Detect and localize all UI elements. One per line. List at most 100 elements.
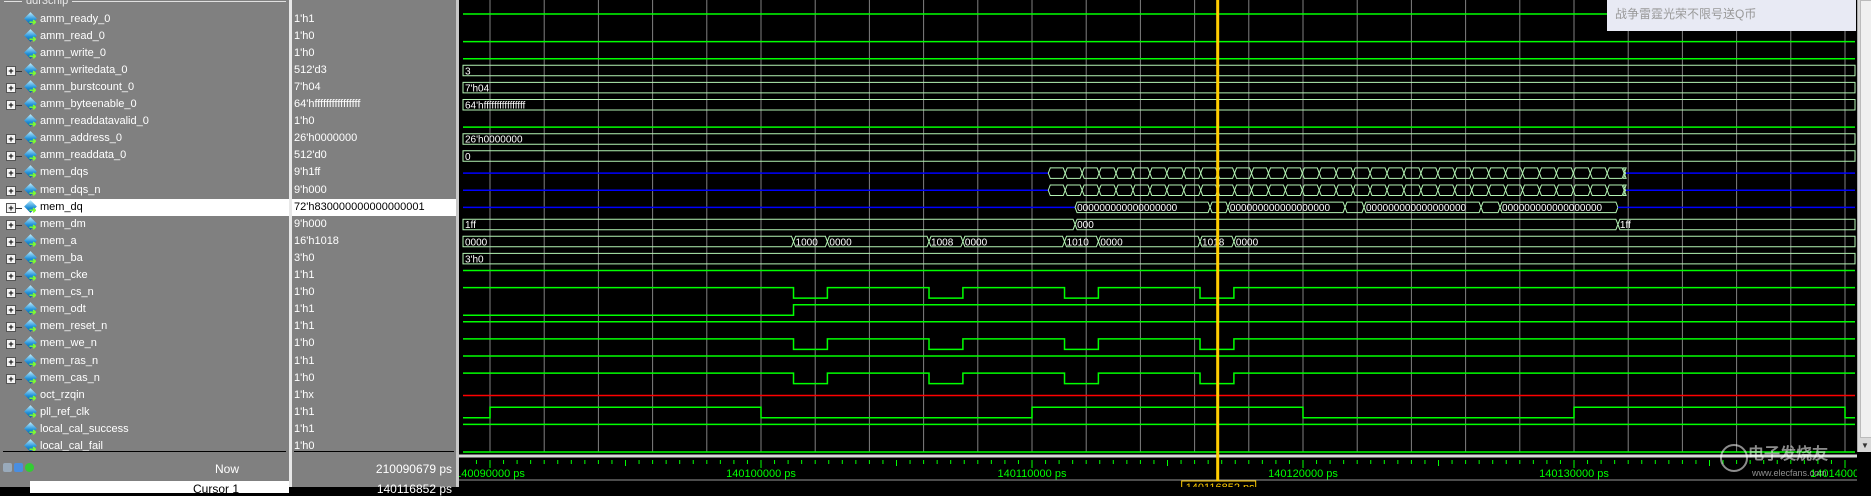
- expand-icon[interactable]: +: [6, 100, 22, 110]
- waveform-mem_dqs_n-toggle: [1420, 184, 1439, 196]
- signal-row[interactable]: ➜ oct_rzqin: [0, 387, 289, 404]
- waveform-mem_dqs_n-toggle: [1064, 184, 1083, 196]
- signal-value-row[interactable]: 9'h000: [292, 182, 456, 199]
- signal-value-row[interactable]: 1'h1: [292, 267, 456, 284]
- signal-value-row[interactable]: 1'h0: [292, 284, 456, 301]
- expand-icon[interactable]: +: [6, 202, 22, 213]
- signal-value-row[interactable]: 1'h0: [292, 438, 456, 455]
- signal-name: amm_burstcount_0: [40, 80, 135, 93]
- waveform-mem_dqs_n-toggle: [1098, 184, 1117, 196]
- signal-value-row[interactable]: 9'h000: [292, 216, 456, 233]
- signal-row[interactable]: + ➜ mem_a: [0, 233, 289, 250]
- signal-port-icon: ➜: [23, 199, 37, 215]
- signal-value-row[interactable]: 3'h0: [292, 250, 456, 267]
- signal-value-row[interactable]: 1'h0: [292, 370, 456, 387]
- signal-value-row[interactable]: 512'd0: [292, 147, 456, 164]
- signal-row[interactable]: + ➜ mem_cas_n: [0, 370, 289, 387]
- expand-icon[interactable]: +: [6, 236, 22, 247]
- signal-row[interactable]: + ➜ mem_dm: [0, 216, 289, 233]
- expand-icon[interactable]: +: [6, 356, 22, 367]
- signal-port-icon: ➜: [23, 302, 37, 317]
- signal-value-row[interactable]: 9'h1ff: [292, 164, 456, 181]
- cursor-row[interactable]: Cursor 1: [30, 481, 289, 496]
- expand-icon[interactable]: +: [6, 134, 22, 145]
- signal-value-row[interactable]: 26'h0000000: [292, 130, 456, 147]
- signal-value-row[interactable]: 1'h1: [292, 11, 456, 28]
- signal-value-row[interactable]: 1'h1: [292, 421, 456, 438]
- signal-value-row[interactable]: 1'h1: [292, 301, 456, 318]
- signal-row[interactable]: + ➜ mem_ras_n: [0, 353, 289, 370]
- signal-value-row[interactable]: 1'h0: [292, 335, 456, 352]
- expand-icon[interactable]: +: [6, 339, 22, 350]
- signal-row[interactable]: + ➜ amm_writedata_0: [0, 62, 289, 79]
- signal-row[interactable]: + ➜ amm_burstcount_0: [0, 79, 289, 96]
- signal-row[interactable]: ➜ amm_read_0: [0, 28, 289, 45]
- signal-value-row[interactable]: 16'h1018: [292, 233, 456, 250]
- signal-row[interactable]: + ➜ amm_address_0: [0, 130, 289, 147]
- add-cursor-icon[interactable]: [25, 463, 34, 472]
- expand-icon[interactable]: +: [6, 373, 22, 384]
- panel-splitter[interactable]: [289, 0, 292, 487]
- waveform-canvas[interactable]: 37'h0464'hffffffffffffffff26'h0000000000…: [459, 0, 1857, 487]
- signal-row[interactable]: ➜ local_cal_success: [0, 421, 289, 438]
- signal-value-row[interactable]: 512'd3: [292, 62, 456, 79]
- bus-value-label: 0000: [1100, 237, 1123, 248]
- waveform-mem_dqs_n-toggle: [1115, 184, 1134, 196]
- signal-value-row[interactable]: 1'h0: [292, 28, 456, 45]
- expand-icon[interactable]: +: [6, 253, 22, 264]
- expand-icon[interactable]: +: [6, 271, 22, 281]
- cursor-edit-icon[interactable]: [14, 463, 23, 472]
- expand-icon[interactable]: +: [6, 219, 22, 230]
- expand-icon[interactable]: +: [6, 288, 22, 299]
- signal-row[interactable]: ➜ amm_readdatavalid_0: [0, 113, 289, 130]
- cursor-lock-icon[interactable]: [3, 463, 12, 472]
- vertical-scrollbar[interactable]: ▼: [1857, 0, 1871, 452]
- signal-value-row[interactable]: 1'h1: [292, 318, 456, 335]
- expand-icon[interactable]: +: [6, 322, 22, 333]
- signal-row[interactable]: + ➜ amm_readdata_0: [0, 147, 289, 164]
- signal-row[interactable]: + ➜ mem_reset_n: [0, 318, 289, 335]
- expand-icon[interactable]: +: [6, 185, 22, 196]
- signal-row[interactable]: + ➜ mem_dq: [0, 198, 289, 216]
- group-line: [72, 1, 286, 2]
- ad-popup[interactable]: 战争雷霆光荣不限号送Q币: [1607, 0, 1856, 31]
- signal-value-row[interactable]: 1'h0: [292, 113, 456, 130]
- signal-row[interactable]: + ➜ amm_byteenable_0: [0, 96, 289, 113]
- signal-value-row[interactable]: 72'h830000000000000001: [292, 198, 456, 216]
- signal-row[interactable]: ➜ pll_ref_clk: [0, 404, 289, 421]
- group-header-ddr3chip[interactable]: ddr3chip: [0, 0, 289, 8]
- signal-value-row[interactable]: 1'h1: [292, 404, 456, 421]
- scrollbar-thumb[interactable]: [1860, 0, 1871, 438]
- signal-port-icon: ➜: [23, 233, 37, 249]
- scroll-down-arrow-icon[interactable]: ▼: [1861, 441, 1869, 450]
- signal-value-row[interactable]: 7'h04: [292, 79, 456, 96]
- signal-row[interactable]: + ➜ mem_cke: [0, 267, 289, 284]
- expand-icon[interactable]: +: [6, 305, 22, 316]
- signal-row[interactable]: ➜ amm_ready_0: [0, 11, 289, 28]
- signal-value-row[interactable]: 64'hffffffffffffffff: [292, 96, 456, 113]
- signal-row[interactable]: ➜ amm_write_0: [0, 45, 289, 62]
- signal-port-icon: ➜: [23, 404, 37, 420]
- signal-row[interactable]: + ➜ mem_dqs: [0, 164, 289, 181]
- signal-row[interactable]: + ➜ mem_cs_n: [0, 284, 289, 301]
- signal-row[interactable]: + ➜ mem_dqs_n: [0, 182, 289, 199]
- expand-icon[interactable]: +: [6, 168, 22, 179]
- signal-name: mem_a: [40, 234, 77, 247]
- expand-icon[interactable]: +: [6, 82, 22, 93]
- signal-value-row[interactable]: 1'h1: [292, 353, 456, 370]
- signal-row[interactable]: + ➜ mem_ba: [0, 250, 289, 267]
- bus-value-label: 1010: [1067, 237, 1090, 248]
- waveform-mem_dq-segment: [1344, 201, 1365, 214]
- signal-row[interactable]: + ➜ mem_we_n: [0, 335, 289, 352]
- signal-value-row[interactable]: 1'h0: [292, 45, 456, 62]
- expand-icon[interactable]: +: [6, 65, 22, 76]
- waveform-mem_we_n: [463, 338, 1855, 351]
- signal-row[interactable]: + ➜ mem_odt: [0, 301, 289, 318]
- signal-row[interactable]: ➜ local_cal_fail: [0, 438, 289, 455]
- signal-port-icon: ➜: [23, 216, 37, 232]
- expand-icon[interactable]: +: [6, 151, 22, 162]
- waveform-mem_dqs_n-toggle: [1555, 184, 1574, 196]
- waveform-mem_ba-segment: [462, 252, 1856, 265]
- waveform-amm_byteenable_0-segment: [462, 99, 1856, 111]
- signal-value-row[interactable]: 1'hx: [292, 387, 456, 404]
